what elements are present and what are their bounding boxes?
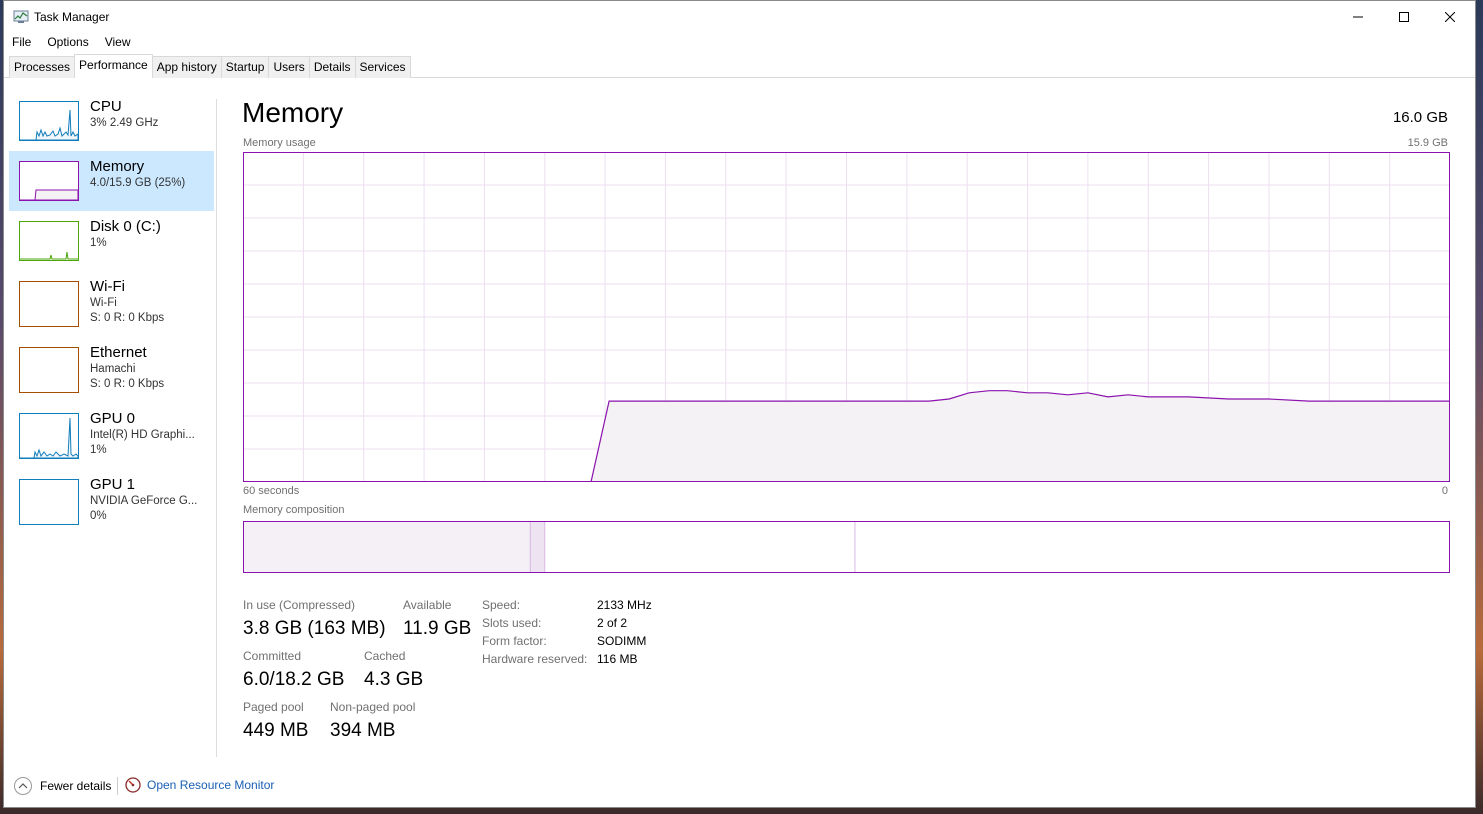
non-paged-pool-value: 394 MB: [330, 720, 396, 741]
tab-details[interactable]: Details: [308, 56, 356, 78]
sidebar-item-detail: 1%: [90, 237, 107, 249]
maximize-icon: [1399, 12, 1409, 22]
total-memory: 16.0 GB: [1392, 109, 1448, 126]
speed-value: 2133 MHz: [597, 598, 652, 612]
sidebar-item-detail: Wi-Fi: [90, 297, 117, 309]
sidebar-item-label: GPU 1: [90, 476, 136, 493]
sidebar-item-detail: 4.0/15.9 GB (25%): [90, 177, 186, 189]
fewer-details-button[interactable]: Fewer details: [14, 777, 111, 795]
open-resource-monitor-label: Open Resource Monitor: [147, 778, 275, 792]
cached-value: 4.3 GB: [364, 669, 424, 690]
menu-file[interactable]: File: [4, 33, 39, 53]
sidebar-item-memory[interactable]: Memory 4.0/15.9 GB (25%): [9, 151, 214, 211]
minimize-icon: [1353, 16, 1363, 18]
tab-startup[interactable]: Startup: [220, 56, 270, 78]
sidebar-item-throughput: S: 0 R: 0 Kbps: [90, 378, 165, 390]
memory-usage-max: 15.9 GB: [1407, 137, 1448, 149]
memory-composition-label: Memory composition: [243, 504, 345, 516]
slots-value: 2 of 2: [597, 616, 628, 630]
sidebar-item-cpu[interactable]: CPU 3% 2.49 GHz: [9, 91, 214, 151]
task-manager-icon: [13, 10, 29, 23]
sidebar-divider: [216, 99, 217, 757]
tab-services[interactable]: Services: [354, 56, 411, 78]
sidebar-item-label: CPU: [90, 98, 122, 115]
fewer-details-label: Fewer details: [40, 779, 112, 793]
gpu1-mini-graph: [19, 479, 79, 525]
slots-label: Slots used:: [482, 616, 542, 630]
menu-view[interactable]: View: [97, 33, 139, 53]
composition-in-use: [243, 521, 531, 573]
sidebar-item-label: Wi-Fi: [90, 278, 125, 295]
memory-usage-graph: [243, 152, 1450, 482]
close-button[interactable]: [1427, 1, 1473, 33]
sidebar-item-detail: Hamachi: [90, 363, 136, 375]
sidebar-item-disk-0[interactable]: Disk 0 (C:) 1%: [9, 211, 214, 271]
close-icon: [1445, 12, 1455, 22]
sidebar-item-throughput: S: 0 R: 0 Kbps: [90, 312, 165, 324]
form-factor-label: Form factor:: [482, 634, 547, 648]
sidebar-item-detail: NVIDIA GeForce G...: [90, 495, 198, 507]
hardware-reserved-label: Hardware reserved:: [482, 652, 588, 666]
non-paged-pool-label: Non-paged pool: [330, 700, 416, 714]
memory-composition-bar: [243, 521, 1450, 573]
chevron-up-icon: [14, 777, 32, 795]
cpu-mini-graph: [19, 101, 79, 141]
tab-app-history[interactable]: App history: [151, 56, 222, 78]
resource-monitor-icon: [125, 777, 141, 793]
sidebar-item-label: Disk 0 (C:): [90, 218, 161, 235]
open-resource-monitor-link[interactable]: Open Resource Monitor: [125, 777, 274, 793]
hardware-reserved-value: 116 MB: [597, 652, 638, 666]
sidebar-item-gpu-1[interactable]: GPU 1 NVIDIA GeForce G... 0%: [9, 469, 214, 535]
available-value: 11.9 GB: [403, 618, 472, 639]
sidebar-item-label: Ethernet: [90, 344, 147, 361]
window-title: Task Manager: [34, 10, 110, 24]
in-use-label: In use (Compressed): [243, 598, 356, 612]
form-factor-value: SODIMM: [597, 634, 647, 648]
sidebar-item-usage: 0%: [90, 510, 107, 522]
title-bar: Task Manager: [4, 1, 1475, 33]
task-manager-window: Task Manager File Options View Processes…: [3, 0, 1476, 808]
minimize-button[interactable]: [1335, 1, 1381, 33]
memory-mini-graph: [19, 161, 79, 201]
page-title: Memory: [242, 97, 344, 128]
sidebar-item-detail: Intel(R) HD Graphi...: [90, 429, 195, 441]
disk-mini-graph: [19, 221, 79, 261]
in-use-value: 3.8 GB (163 MB): [243, 618, 386, 639]
ethernet-mini-graph: [19, 347, 79, 393]
menu-options[interactable]: Options: [39, 33, 96, 53]
sidebar-item-detail: 3% 2.49 GHz: [90, 117, 159, 129]
sidebar-item-gpu-0[interactable]: GPU 0 Intel(R) HD Graphi... 1%: [9, 403, 214, 469]
paged-pool-label: Paged pool: [243, 700, 304, 714]
speed-label: Speed:: [482, 598, 521, 612]
tab-strip: Processes Performance App history Startu…: [9, 54, 411, 78]
footer-separator: [117, 777, 118, 795]
graph-time-left-label: 60 seconds: [243, 485, 300, 497]
memory-usage-label: Memory usage: [243, 137, 316, 149]
tab-performance[interactable]: Performance: [74, 54, 153, 78]
available-label: Available: [403, 598, 452, 612]
wifi-mini-graph: [19, 281, 79, 327]
maximize-button[interactable]: [1381, 1, 1427, 33]
graph-time-right-label: 0: [1441, 485, 1448, 497]
sidebar-item-ethernet[interactable]: Ethernet Hamachi S: 0 R: 0 Kbps: [9, 337, 214, 403]
sidebar-item-usage: 1%: [90, 444, 107, 456]
committed-label: Committed: [243, 649, 302, 663]
tab-users[interactable]: Users: [268, 56, 310, 78]
performance-sidebar: CPU 3% 2.49 GHz Memory 4.0/15.9 GB (25%)…: [9, 91, 214, 535]
sidebar-item-wifi[interactable]: Wi-Fi Wi-Fi S: 0 R: 0 Kbps: [9, 271, 214, 337]
footer: Fewer details Open Resource Monitor: [4, 771, 1475, 801]
sidebar-item-label: Memory: [90, 158, 145, 175]
sidebar-item-label: GPU 0: [90, 410, 136, 427]
menu-bar: File Options View: [4, 33, 139, 53]
gpu0-mini-graph: [19, 413, 79, 459]
paged-pool-value: 449 MB: [243, 720, 309, 741]
cached-label: Cached: [364, 649, 406, 663]
composition-modified: [530, 521, 545, 573]
committed-value: 6.0/18.2 GB: [243, 669, 345, 690]
tab-processes[interactable]: Processes: [9, 56, 76, 78]
